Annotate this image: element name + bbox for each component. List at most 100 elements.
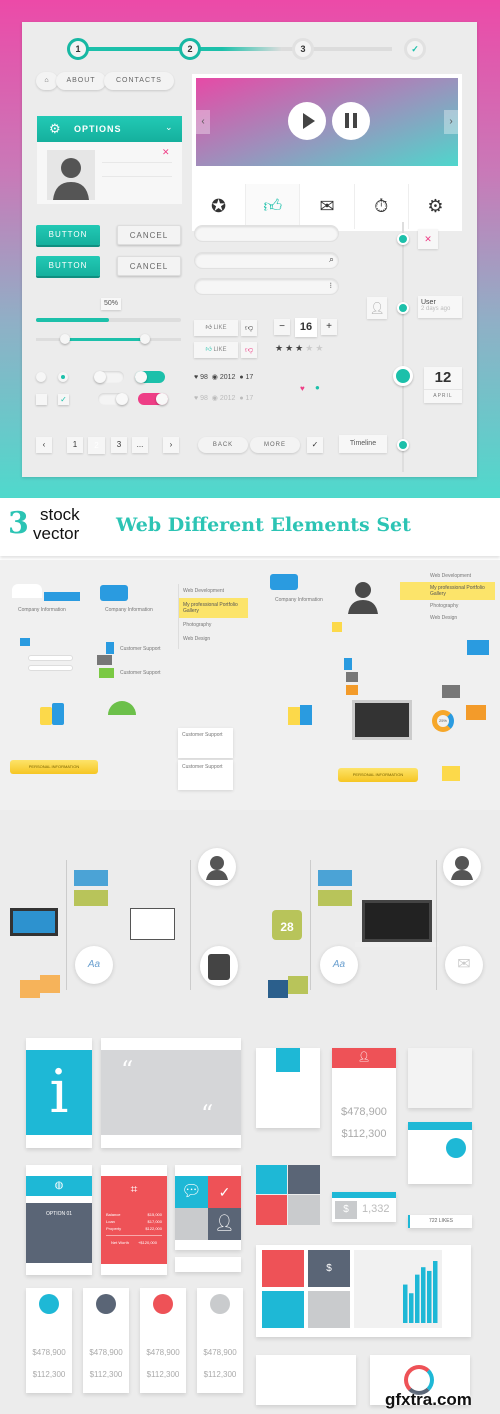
breadcrumb-contacts[interactable]: CONTACTS	[104, 72, 174, 90]
chat-icon[interactable]: 💬︎	[175, 1176, 208, 1208]
close-icon[interactable]: ✕	[418, 229, 438, 249]
star-icon[interactable]: ★	[295, 343, 305, 353]
award-icon[interactable]: ✪	[192, 184, 247, 229]
timeline-node[interactable]	[397, 302, 409, 314]
heart-icon[interactable]: ♥	[300, 384, 305, 393]
search-bubble	[270, 574, 298, 590]
toggle-pink-on[interactable]	[138, 393, 168, 405]
progress-tooltip: 50%	[101, 298, 121, 310]
range-handle-high[interactable]	[139, 334, 150, 344]
star-icon[interactable]: ★	[275, 343, 285, 353]
like-button-active[interactable]: 👍︎ LIKE	[194, 342, 238, 358]
cancel-button-outline[interactable]: CANCEL	[117, 256, 181, 276]
quantity-value[interactable]: 16	[295, 318, 317, 337]
primary-button-pressed[interactable]: BUTTON	[36, 256, 100, 276]
gears-icon[interactable]: ⚙	[409, 184, 462, 229]
toggle-on[interactable]	[135, 371, 165, 383]
search-input[interactable]: ⌕	[194, 252, 339, 269]
stats-row: Loan $17,000	[106, 1219, 162, 1224]
pagination-page-2-active[interactable]: 2	[88, 437, 105, 454]
media-prev-button[interactable]: ‹	[196, 110, 210, 134]
pagination-ellipsis[interactable]: ...	[132, 437, 148, 453]
breadcrumb-home[interactable]: ⌂	[36, 72, 58, 90]
hierarchy-tile[interactable]	[288, 1195, 320, 1225]
step-done-check[interactable]: ✓	[404, 38, 426, 60]
laptop-icon	[362, 900, 432, 942]
back-button[interactable]: BACK	[198, 437, 248, 453]
more-button[interactable]: MORE	[250, 437, 300, 453]
cancel-button[interactable]: CANCEL	[117, 225, 181, 245]
quote-body: “ “	[101, 1050, 241, 1135]
step-2[interactable]: 2	[179, 38, 201, 60]
star-icon[interactable]: ★	[285, 343, 295, 353]
timeline-node[interactable]	[397, 439, 409, 451]
dislike-button[interactable]: 👎︎	[241, 320, 257, 336]
toggle-pink-off[interactable]	[98, 393, 128, 405]
pagination-prev[interactable]: ‹	[36, 437, 52, 453]
pagination-next[interactable]: ›	[163, 437, 179, 453]
banner-title: Web Different Elements Set	[116, 514, 411, 536]
personal-info-button[interactable]: PERSONAL INFORMATION	[10, 760, 98, 774]
company-title: Company Information	[105, 607, 153, 613]
mail-icon[interactable]: ✉	[300, 184, 355, 229]
pause-button[interactable]	[332, 102, 370, 140]
globe-tile[interactable]	[256, 1165, 287, 1194]
radio-unchecked[interactable]	[36, 372, 46, 382]
timeline-node[interactable]	[397, 233, 409, 245]
options-header[interactable]: ⚙ OPTIONS ⌄	[37, 116, 182, 142]
text-input[interactable]	[194, 225, 339, 242]
confirm-button[interactable]: ✓	[307, 437, 323, 453]
timeline-node-large[interactable]	[393, 366, 413, 386]
green-tag	[318, 890, 352, 906]
like-button[interactable]: 👍︎ LIKE	[194, 320, 238, 336]
comment-icon[interactable]: ●	[315, 383, 320, 392]
select-input[interactable]: ⁝	[194, 278, 339, 295]
option-body: OPTION 01	[26, 1203, 92, 1263]
crown-badge	[276, 1048, 300, 1072]
check-icon[interactable]: ✓	[208, 1176, 241, 1208]
cloud-tile[interactable]	[256, 1195, 287, 1225]
decrement-button[interactable]: −	[274, 319, 290, 335]
checkbox-checked[interactable]: ✓	[58, 394, 69, 405]
increment-button[interactable]: +	[321, 319, 337, 335]
title-banner: 3 stock vector Web Different Elements Se…	[0, 498, 500, 556]
font-circle: Aa	[75, 946, 113, 984]
bars-tile[interactable]	[262, 1291, 304, 1328]
step-1[interactable]: 1	[67, 38, 89, 60]
radio-checked[interactable]	[58, 372, 68, 382]
quote-card: “ “	[101, 1038, 241, 1148]
chevron-down-icon[interactable]: ⌄	[165, 122, 173, 133]
pagination-page-1[interactable]: 1	[67, 437, 83, 453]
range-handle-low[interactable]	[60, 334, 70, 344]
toggle-off[interactable]	[94, 371, 124, 383]
gears-tile[interactable]	[288, 1165, 320, 1194]
pagination-page-3[interactable]: 3	[111, 437, 127, 453]
step-3[interactable]: 3	[292, 38, 314, 60]
orange-send-icon	[466, 705, 486, 720]
stats-body: ⌗ Balance $15,000 Loan $17,000 Property $122,…	[101, 1176, 167, 1264]
star-rating[interactable]: ★★★★★	[275, 343, 325, 354]
star-icon[interactable]: ★	[315, 343, 325, 353]
image-icon[interactable]	[175, 1208, 208, 1240]
timeline-line	[402, 222, 404, 472]
stopwatch-icon[interactable]: ⏱︎	[355, 184, 409, 229]
star-icon[interactable]: ★	[305, 343, 315, 353]
breadcrumb-about[interactable]: ABOUT	[56, 72, 106, 90]
search-icon[interactable]: ⌕	[329, 254, 334, 265]
play-button[interactable]	[288, 102, 326, 140]
primary-button[interactable]: BUTTON	[36, 225, 100, 245]
like-label: LIKE	[213, 325, 227, 331]
dollar-tile[interactable]: $	[308, 1250, 350, 1287]
presentation-card	[408, 1048, 472, 1108]
dislike-button-active[interactable]: 👎︎	[241, 342, 257, 358]
media-next-button[interactable]: ›	[444, 110, 458, 134]
thumbs-up-icon[interactable]: 👍︎	[246, 184, 301, 229]
personal-info-button[interactable]: PERSONAL INFORMATION	[338, 768, 418, 782]
close-icon[interactable]: ✕	[162, 147, 170, 158]
range-slider[interactable]	[36, 334, 181, 344]
puzzle-tile[interactable]	[308, 1291, 350, 1328]
network-tile[interactable]	[262, 1250, 304, 1287]
user-icon[interactable]: 👤︎	[208, 1208, 241, 1240]
checkbox-unchecked[interactable]	[36, 394, 47, 405]
price-value: $478,900	[89, 1348, 123, 1357]
